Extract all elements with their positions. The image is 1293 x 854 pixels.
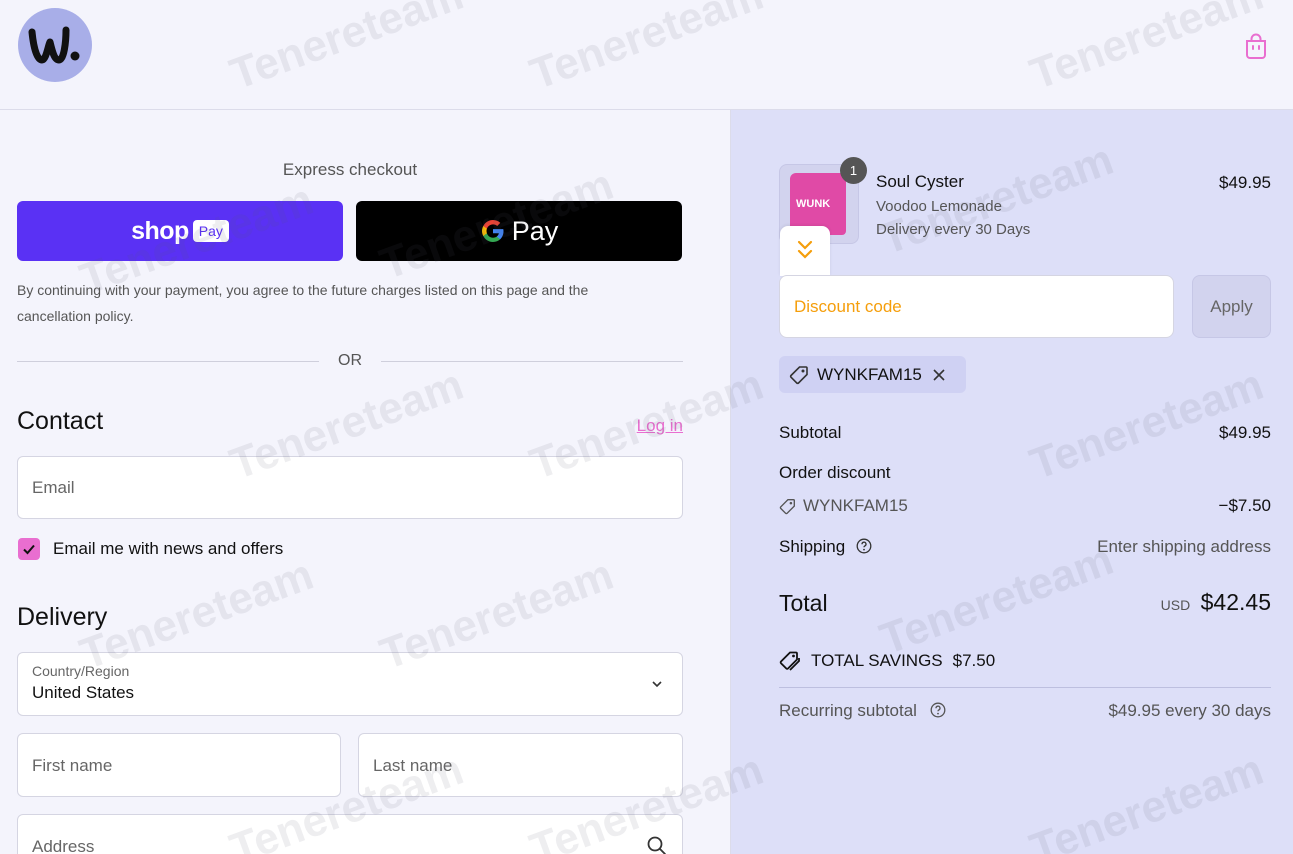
quantity-badge: 1 (840, 157, 867, 184)
product-variant: Voodoo Lemonade (876, 198, 1002, 215)
recurring-row-label: Recurring subtotal (779, 701, 946, 721)
shipping-label: Shipping (779, 537, 846, 556)
or-divider: OR (17, 350, 683, 372)
shipping-row-label: Shipping (779, 537, 872, 557)
tag-icon (779, 498, 795, 514)
last-name-placeholder: Last name (373, 756, 453, 775)
divider-line-left (17, 361, 319, 362)
applied-discount-code: WYNKFAM15 (817, 364, 922, 384)
search-icon[interactable] (646, 835, 668, 854)
divider-line-right (381, 361, 683, 362)
newsletter-label: Email me with news and offers (53, 539, 284, 558)
close-icon (933, 368, 945, 381)
shop-pay-wordmark: shop (131, 216, 189, 245)
help-circle-icon[interactable] (856, 538, 872, 554)
apply-discount-button[interactable]: Apply (1192, 275, 1271, 338)
last-name-field[interactable]: Last name (358, 733, 683, 797)
or-label: OR (338, 352, 362, 369)
first-name-field[interactable]: First name (17, 733, 341, 797)
google-pay-wordmark: Pay (511, 215, 559, 246)
product-image-label: WUNK (796, 198, 831, 210)
login-link[interactable]: Log in (600, 416, 683, 436)
savings-value: $7.50 (952, 651, 996, 670)
shopping-bag-icon (1246, 33, 1266, 59)
order-discount-code: WYNKFAM15 (803, 496, 908, 515)
subtotal-label: Subtotal (779, 423, 842, 442)
tag-icon (789, 365, 808, 384)
express-legal-text: By continuing with your payment, you agr… (17, 282, 589, 324)
email-field[interactable]: Email (17, 456, 683, 519)
delivery-heading: Delivery (17, 603, 108, 631)
double-chevron-down-icon (797, 240, 813, 259)
help-circle-icon[interactable] (930, 702, 946, 718)
express-checkout-title: Express checkout (282, 160, 418, 179)
chevron-down-icon (652, 681, 662, 688)
country-value: United States (32, 683, 135, 702)
header (0, 0, 1293, 110)
checkout-form-panel: Express checkout shop Pay Pay By continu… (0, 110, 731, 854)
total-savings-row: TOTAL SAVINGS $7.50 (779, 650, 995, 672)
shipping-value: Enter shipping address (1097, 537, 1271, 556)
total-label: Total (779, 590, 828, 616)
product-schedule: Delivery every 30 Days (876, 221, 1031, 238)
discount-code-input[interactable]: Discount code (779, 275, 1174, 338)
total-value: $42.45 (1200, 589, 1271, 615)
order-discount-value: −$7.50 (1218, 496, 1271, 515)
product-price: $49.95 (1219, 173, 1271, 192)
address-field[interactable]: Address (17, 814, 683, 854)
collapse-toggle[interactable] (780, 226, 830, 276)
shop-pay-button[interactable]: shop Pay (17, 201, 343, 261)
order-discount-label: Order discount (779, 463, 891, 482)
remove-discount-button[interactable] (932, 368, 946, 382)
double-tag-icon (779, 651, 800, 671)
shop-pay-chip: Pay (192, 220, 229, 242)
brand-logo-icon (28, 26, 80, 64)
country-label: Country/Region (32, 663, 130, 679)
brand-logo[interactable] (18, 8, 92, 82)
savings-label: TOTAL SAVINGS (811, 651, 943, 670)
order-discount-code-row: WYNKFAM15 (779, 496, 908, 516)
product-name: Soul Cyster (876, 172, 964, 191)
recurring-label: Recurring subtotal (779, 701, 917, 720)
discount-code-placeholder: Discount code (794, 297, 902, 316)
checkmark-icon (23, 544, 35, 555)
total-currency: USD (1160, 597, 1191, 613)
address-placeholder: Address (32, 837, 95, 854)
google-pay-button[interactable]: Pay (356, 201, 682, 261)
newsletter-checkbox[interactable] (18, 538, 40, 560)
applied-discount-pill: WYNKFAM15 (779, 356, 966, 393)
subtotal-value: $49.95 (1219, 423, 1271, 442)
google-g-icon (481, 220, 504, 242)
country-select[interactable]: Country/Region United States (17, 652, 683, 716)
summary-divider (779, 687, 1271, 688)
cart-button[interactable] (1240, 30, 1272, 62)
contact-heading: Contact (17, 407, 104, 435)
first-name-placeholder: First name (32, 756, 113, 775)
newsletter-checkbox-row[interactable]: Email me with news and offers (18, 538, 283, 560)
recurring-value: $49.95 every 30 days (1108, 701, 1271, 720)
total-amount-group: USD $42.45 (1000, 589, 1271, 616)
email-placeholder: Email (32, 478, 75, 497)
